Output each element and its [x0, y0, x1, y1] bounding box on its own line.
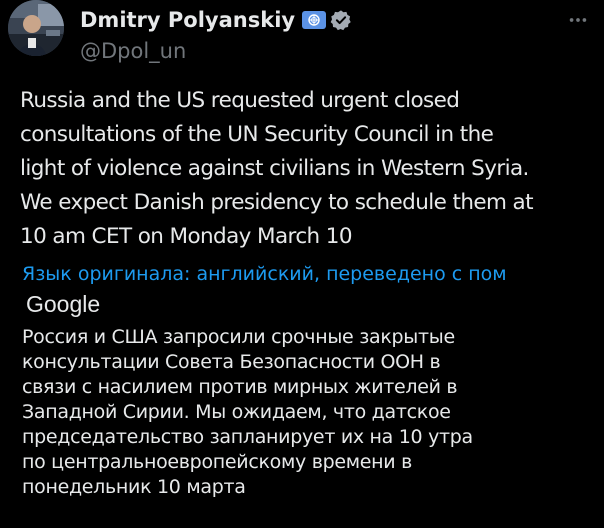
- tweet-header: Dmitry Polyanskiy @Dpol_un: [80, 6, 564, 64]
- translation-notice-link[interactable]: Язык оригинала: английский, переведено с…: [22, 262, 604, 286]
- avatar[interactable]: [8, 0, 64, 56]
- display-name[interactable]: Dmitry Polyanskiy: [80, 8, 295, 32]
- translated-text: Россия и США запросили срочные закрытые …: [22, 326, 473, 498]
- tweet-text: Russia and the US requested urgent close…: [20, 88, 534, 249]
- tweet: Dmitry Polyanskiy @Dpol_un Russia and th…: [0, 0, 604, 528]
- more-button[interactable]: [566, 8, 590, 32]
- profile-photo: [8, 0, 64, 56]
- name-row: Dmitry Polyanskiy: [80, 6, 564, 34]
- google-logo: Google: [26, 291, 101, 317]
- verified-check-icon[interactable]: [330, 9, 352, 31]
- handle[interactable]: @Dpol_un: [80, 38, 564, 64]
- un-emblem-icon[interactable]: [302, 11, 327, 29]
- more-horizontal-icon: [569, 18, 587, 22]
